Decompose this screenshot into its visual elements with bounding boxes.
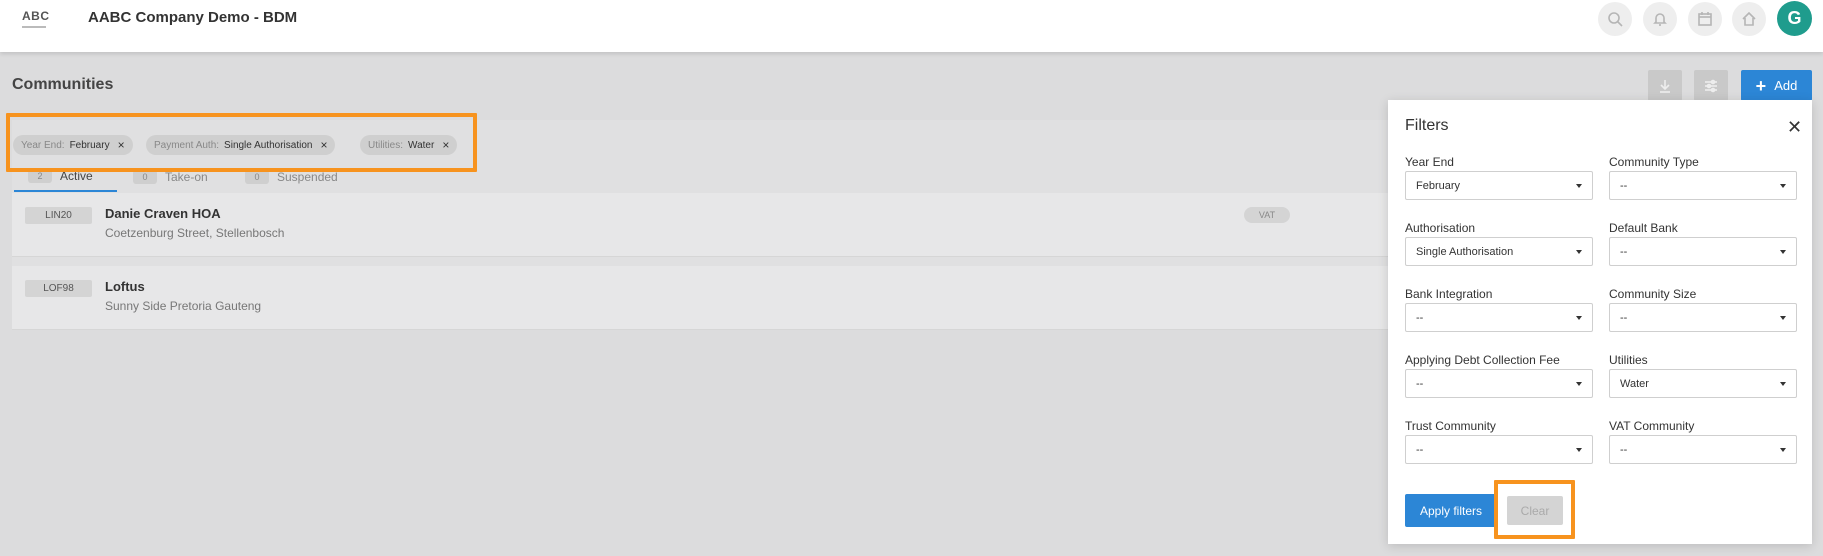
plus-icon: +	[1755, 75, 1767, 96]
caret-down-icon	[1780, 382, 1786, 386]
app-title: AABC Company Demo - BDM	[88, 9, 298, 26]
tab-count: 0	[133, 170, 157, 184]
clear-button[interactable]: Clear	[1507, 496, 1563, 525]
download-icon	[1660, 79, 1670, 93]
caret-down-icon	[1780, 316, 1786, 320]
bank-integration-select[interactable]: --	[1405, 303, 1593, 332]
tab-take-on[interactable]: 0 Take-on	[133, 162, 208, 192]
caret-down-icon	[1576, 316, 1582, 320]
home-icon[interactable]	[1732, 2, 1766, 36]
page-title: Communities	[12, 76, 114, 93]
utilities-select[interactable]: Water	[1609, 369, 1797, 398]
community-name: Danie Craven HOA	[105, 206, 221, 221]
filter-chip-payment-auth: Payment Auth: Single Authorisation ×	[146, 135, 336, 155]
tab-count: 2	[28, 169, 52, 183]
download-button[interactable]	[1648, 70, 1682, 101]
filter-label-trust-community: Trust Community	[1405, 419, 1496, 433]
year-end-select[interactable]: February	[1405, 171, 1593, 200]
add-button-label: Add	[1774, 78, 1798, 93]
close-icon[interactable]: ✕	[1787, 118, 1802, 136]
bell-icon[interactable]	[1643, 2, 1677, 36]
community-address: Sunny Side Pretoria Gauteng	[105, 299, 262, 313]
tab-suspended[interactable]: 0 Suspended	[245, 162, 338, 192]
chip-value: February	[69, 139, 110, 151]
vat-badge: VAT	[1244, 207, 1290, 223]
sliders-icon	[1705, 79, 1717, 92]
top-bar: ABC AABC Company Demo - BDM G	[0, 0, 1823, 52]
caret-down-icon	[1576, 184, 1582, 188]
caret-down-icon	[1576, 250, 1582, 254]
remove-chip-icon[interactable]: ×	[118, 138, 125, 152]
authorisation-select[interactable]: Single Authorisation	[1405, 237, 1593, 266]
default-bank-select[interactable]: --	[1609, 237, 1797, 266]
filter-label-authorisation: Authorisation	[1405, 221, 1476, 235]
trust-community-select[interactable]: --	[1405, 435, 1593, 464]
community-type-select[interactable]: --	[1609, 171, 1797, 200]
filter-label-utilities: Utilities	[1609, 353, 1648, 367]
tab-label: Take-on	[165, 170, 208, 184]
filters-title: Filters	[1405, 117, 1449, 134]
calendar-icon[interactable]	[1688, 2, 1722, 36]
filter-label-vat-community: VAT Community	[1609, 419, 1695, 433]
caret-down-icon	[1780, 448, 1786, 452]
chip-key: Payment Auth:	[154, 139, 220, 151]
community-address: Coetzenburg Street, Stellenbosch	[105, 226, 285, 240]
filter-label-bank-integration: Bank Integration	[1405, 287, 1493, 301]
community-row[interactable]: LOF98 Loftus Sunny Side Pretoria Gauteng	[12, 266, 1412, 330]
filter-label-year-end: Year End	[1405, 155, 1454, 169]
chip-value: Water	[408, 139, 435, 151]
chip-value: Single Authorisation	[224, 139, 313, 151]
filter-chip-utilities: Utilities: Water ×	[360, 135, 458, 155]
community-code: LIN20	[25, 207, 92, 224]
tab-label: Active	[60, 169, 93, 183]
status-tabs: 2 Active 0 Take-on 0 Suspended	[12, 162, 1412, 192]
tab-count: 0	[245, 170, 269, 184]
caret-down-icon	[1780, 250, 1786, 254]
filters-panel: Filters ✕ Year End February Community Ty…	[1388, 100, 1812, 544]
user-avatar[interactable]: G	[1777, 1, 1812, 36]
community-name: Loftus	[105, 279, 145, 294]
filter-label-default-bank: Default Bank	[1609, 221, 1678, 235]
filter-chip-year-end: Year End: February ×	[13, 135, 133, 155]
community-size-select[interactable]: --	[1609, 303, 1797, 332]
add-button[interactable]: + Add	[1741, 70, 1812, 101]
remove-chip-icon[interactable]: ×	[442, 138, 449, 152]
filter-toggle-button[interactable]	[1694, 70, 1728, 101]
tab-active[interactable]: 2 Active	[14, 162, 117, 192]
chip-key: Utilities:	[368, 139, 404, 151]
search-icon[interactable]	[1598, 2, 1632, 36]
filter-label-community-type: Community Type	[1609, 155, 1699, 169]
filter-label-community-size: Community Size	[1609, 287, 1697, 301]
apply-filters-button[interactable]: Apply filters	[1405, 494, 1497, 527]
debt-collection-fee-select[interactable]: --	[1405, 369, 1593, 398]
caret-down-icon	[1576, 382, 1582, 386]
community-row[interactable]: LIN20 Danie Craven HOA Coetzenburg Stree…	[12, 193, 1412, 257]
filter-label-debt-collection-fee: Applying Debt Collection Fee	[1405, 353, 1560, 367]
caret-down-icon	[1576, 448, 1582, 452]
caret-down-icon	[1780, 184, 1786, 188]
vat-community-select[interactable]: --	[1609, 435, 1797, 464]
chip-key: Year End:	[21, 139, 65, 151]
company-logo[interactable]: ABC	[22, 9, 50, 28]
community-code: LOF98	[25, 280, 92, 297]
tab-label: Suspended	[277, 170, 338, 184]
remove-chip-icon[interactable]: ×	[320, 138, 327, 152]
